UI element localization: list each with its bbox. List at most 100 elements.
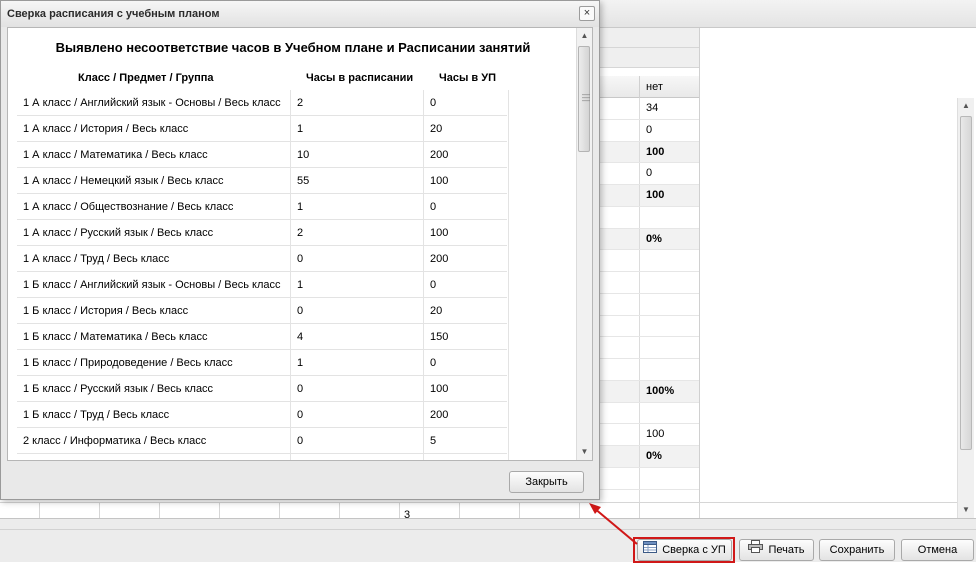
class-subject-cell: 1 Б класс / Русский язык / Весь класс [17, 376, 291, 402]
close-button[interactable]: Закрыть [509, 471, 584, 493]
class-subject-cell: 1 А класс / Русский язык / Весь класс [17, 220, 291, 246]
plan-hours-cell: 0 [424, 90, 509, 116]
plan-hours-cell: 200 [424, 246, 509, 272]
annotation-highlight-box [633, 537, 735, 563]
background-cell-value[interactable]: 100% [640, 380, 700, 402]
plan-hours-cell: 200 [424, 402, 509, 428]
background-cell-value[interactable]: 100 [640, 141, 700, 163]
background-cell-value[interactable]: 0 [640, 119, 700, 141]
plan-hours-cell: 200 [424, 142, 509, 168]
reconciliation-dialog: Сверка расписания с учебным планом × Выя… [0, 0, 600, 500]
schedule-hours-cell: 0 [291, 246, 424, 272]
print-button[interactable]: Печать [739, 539, 814, 561]
background-cell-value[interactable]: 0 [640, 163, 700, 184]
class-subject-cell: 1 А класс / Труд / Весь класс [17, 246, 291, 272]
background-cell-value[interactable]: 0% [640, 446, 700, 467]
table-row[interactable]: 1 Б класс / Математика / Весь класс 4 150 [17, 324, 509, 350]
background-cell-value[interactable] [640, 250, 700, 271]
scroll-thumb[interactable]: — — — [578, 46, 590, 152]
background-cell-value[interactable]: 100 [640, 185, 700, 206]
dialog-title[interactable]: Сверка расписания с учебным планом [1, 1, 599, 27]
table-row[interactable]: 1 А класс / Математика / Весь класс 10 200 [17, 142, 509, 168]
class-subject-cell: 1 А класс / Немецкий язык / Весь класс [17, 168, 291, 194]
schedule-hours-cell: 1 [291, 194, 424, 220]
schedule-hours-cell: 0 [291, 402, 424, 428]
column-header-plan-hours: Часы в УП [439, 72, 496, 84]
background-cell-value[interactable] [640, 337, 700, 358]
table-row[interactable]: 1 Б класс / Природоведение / Весь класс 1… [17, 350, 509, 376]
table-row[interactable]: 1 Б класс / Английский язык - Основы / В… [17, 272, 509, 298]
table-row[interactable]: 1 Б класс / Русский язык / Весь класс 0 10… [17, 376, 509, 402]
background-column-divider [699, 28, 700, 518]
table-row[interactable]: 1 А класс / Английский язык - Основы / В… [17, 90, 509, 116]
scroll-down-arrow-icon[interactable]: ▼ [958, 502, 974, 518]
plan-hours-cell: 0 [424, 194, 509, 220]
plan-hours-cell: 5 [424, 428, 509, 454]
class-subject-cell: 1 Б класс / Природоведение / Весь класс [17, 350, 291, 376]
background-cell-value[interactable]: 0% [640, 228, 700, 250]
annotation-arrow-icon [589, 503, 638, 545]
table-row[interactable]: 1 А класс / Труд / Весь класс 0 200 [17, 246, 509, 272]
schedule-hours-cell: 55 [291, 168, 424, 194]
class-subject-cell: 1 Б класс / История / Весь класс [17, 298, 291, 324]
dialog-vertical-scrollbar[interactable]: ▲ — — — ▼ [576, 28, 592, 460]
plan-hours-cell: 150 [424, 324, 509, 350]
schedule-hours-cell [291, 454, 424, 460]
schedule-hours-cell: 0 [291, 428, 424, 454]
cancel-button[interactable]: Отмена [901, 539, 974, 561]
table-row[interactable]: 1 А класс / Русский язык / Весь класс 2 10… [17, 220, 509, 246]
class-subject-cell: 1 А класс / Обществознание / Весь класс [17, 194, 291, 220]
class-subject-cell: 1 Б класс / Труд / Весь класс [17, 402, 291, 428]
scroll-down-arrow-icon[interactable]: ▼ [577, 444, 592, 460]
scroll-thumb[interactable] [960, 116, 972, 450]
plan-hours-cell [424, 454, 509, 460]
dialog-body: Выявлено несоответствие часов в Учебном … [7, 27, 593, 461]
plan-hours-cell: 20 [424, 116, 509, 142]
print-button-label: Печать [768, 544, 805, 556]
plan-hours-cell: 0 [424, 272, 509, 298]
class-subject-cell: 2 класс / Информатика / Весь класс [17, 428, 291, 454]
background-cell-value[interactable] [640, 293, 700, 315]
class-subject-cell: 1 А класс / Английский язык - Основы / В… [17, 90, 291, 116]
plan-hours-cell: 20 [424, 298, 509, 324]
background-cell-value[interactable]: 34 [640, 98, 700, 119]
save-button[interactable]: Сохранить [819, 539, 895, 561]
scroll-up-arrow-icon[interactable]: ▲ [958, 98, 974, 114]
plan-hours-cell: 0 [424, 350, 509, 376]
background-vertical-scrollbar[interactable]: ▲ ▼ [957, 98, 974, 518]
background-cell-value[interactable] [640, 359, 700, 380]
scroll-up-arrow-icon[interactable]: ▲ [577, 28, 592, 44]
close-icon[interactable]: × [579, 6, 595, 21]
schedule-hours-cell: 1 [291, 350, 424, 376]
background-cell-value[interactable] [640, 467, 700, 489]
background-cell-value[interactable] [640, 272, 700, 293]
printer-icon [748, 540, 764, 560]
column-header-class: Класс / Предмет / Группа [78, 72, 214, 84]
scroll-grip-icon: — — — [582, 90, 590, 105]
table-row[interactable]: 1 А класс / Обществознание / Весь класс 1… [17, 194, 509, 220]
schedule-hours-cell: 0 [291, 376, 424, 402]
table-row[interactable]: 1 А класс / История / Весь класс 1 20 [17, 116, 509, 142]
background-column-header-2[interactable]: нет [640, 76, 700, 98]
background-cell-value[interactable]: 100 [640, 424, 700, 445]
footer-separator [0, 529, 976, 530]
schedule-hours-cell: 1 [291, 116, 424, 142]
schedule-hours-cell: 1 [291, 272, 424, 298]
background-bottom-row: 3 [0, 502, 957, 521]
table-row[interactable]: 1 Б класс / Труд / Весь класс 0 200 [17, 402, 509, 428]
table-header: Класс / Предмет / Группа Часы в расписан… [8, 68, 578, 90]
background-cell-value[interactable] [640, 402, 700, 424]
table-row[interactable] [17, 454, 509, 460]
plan-hours-cell: 100 [424, 168, 509, 194]
table-row[interactable]: 2 класс / Информатика / Весь класс 0 5 [17, 428, 509, 454]
table-row[interactable]: 1 Б класс / История / Весь класс 0 20 [17, 298, 509, 324]
class-subject-cell [17, 454, 291, 460]
plan-hours-cell: 100 [424, 220, 509, 246]
background-cell-value[interactable] [640, 206, 700, 228]
background-cell-value[interactable] [640, 315, 700, 337]
class-subject-cell: 1 А класс / История / Весь класс [17, 116, 291, 142]
schedule-hours-cell: 10 [291, 142, 424, 168]
table-row[interactable]: 1 А класс / Немецкий язык / Весь класс 55… [17, 168, 509, 194]
column-header-schedule-hours: Часы в расписании [306, 72, 414, 84]
mismatch-heading: Выявлено несоответствие часов в Учебном … [55, 40, 531, 55]
